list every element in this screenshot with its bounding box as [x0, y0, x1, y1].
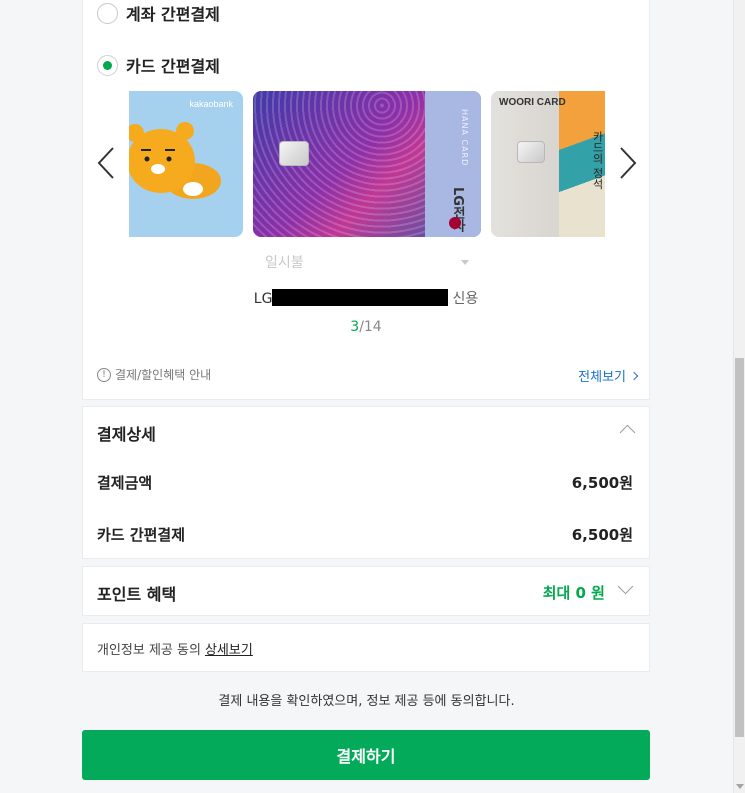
- payment-detail-panel: 결제상세 결제금액 6,500원 카드 간편결제 6,500원: [82, 406, 650, 559]
- account-radio[interactable]: [97, 2, 118, 24]
- card-radio[interactable]: [97, 54, 118, 76]
- lg-logo-icon: [449, 217, 461, 229]
- detail-row-value: 6,500원: [571, 474, 633, 492]
- detail-row-label: 카드 간편결제: [97, 526, 186, 544]
- installment-select[interactable]: 일시불: [253, 251, 473, 273]
- kakaobank-logo: kakaobank: [189, 99, 233, 109]
- installment-value: 일시불: [265, 255, 304, 271]
- lg-hana-card[interactable]: HANA CARD LG전자: [253, 91, 481, 237]
- pay-button[interactable]: 결제하기: [82, 730, 650, 780]
- card-name-suffix: 신용: [452, 291, 479, 307]
- detail-row-value: 6,500원: [571, 526, 633, 544]
- woori-card[interactable]: WOORI CARD 카드의 정석: [491, 91, 605, 237]
- detail-row: 카드 간편결제 6,500원: [97, 524, 633, 545]
- card-carousel: kakaobank HANA CARD LG전자 WOORI CARD 카드의 …: [129, 91, 605, 237]
- scrollbar-thumb[interactable]: [735, 358, 744, 737]
- card-chip-icon: [279, 141, 309, 166]
- points-benefit-panel[interactable]: 포인트 혜택 최대 0 원: [82, 566, 650, 616]
- scroll-down-icon[interactable]: [736, 784, 744, 789]
- hana-card-text: HANA CARD: [460, 109, 469, 167]
- chevron-down-icon: [461, 260, 469, 265]
- detail-row: 결제금액 6,500원: [97, 472, 633, 493]
- agreement-text: 결제 내용을 확인하였으며, 정보 제공 등에 동의합니다.: [218, 694, 515, 709]
- card-index-total: /14: [359, 319, 382, 335]
- privacy-consent-text: 개인정보 제공 동의 상세보기: [97, 639, 253, 658]
- points-value: 최대 0 원: [542, 584, 605, 602]
- view-all-label: 전체보기: [578, 370, 626, 385]
- woori-card-logo: WOORI CARD: [499, 97, 566, 108]
- card-pay-option[interactable]: 카드 간편결제: [97, 53, 220, 77]
- payment-methods-panel: 계좌 간편결제 카드 간편결제 kakaobank HANA CARD LG전자…: [82, 0, 650, 400]
- benefit-info-label: 결제/할인혜택 안내: [115, 368, 212, 382]
- points-title: 포인트 혜택: [97, 585, 177, 604]
- carousel-prev-icon[interactable]: [95, 146, 117, 180]
- account-pay-label: 계좌 간편결제: [126, 5, 220, 24]
- card-pay-label: 카드 간편결제: [126, 57, 220, 76]
- card-name-prefix: LG: [253, 291, 273, 307]
- privacy-detail-link[interactable]: 상세보기: [205, 643, 253, 658]
- card-index: 3/14: [83, 319, 649, 335]
- scrollbar[interactable]: [733, 0, 745, 793]
- card-chip-icon: [517, 141, 545, 163]
- privacy-consent-label: 개인정보 제공 동의: [97, 643, 201, 658]
- info-icon: !: [97, 367, 111, 382]
- card-art-text: 카드의 정석: [591, 131, 604, 190]
- chevron-down-icon: [617, 578, 634, 595]
- ryan-character-icon: [129, 122, 221, 199]
- payment-detail-title: 결제상세: [97, 425, 156, 444]
- benefit-info-link[interactable]: ! 결제/할인혜택 안내: [97, 366, 211, 383]
- view-all-link[interactable]: 전체보기: [578, 366, 639, 385]
- chevron-up-icon[interactable]: [619, 424, 636, 441]
- card-index-current: 3: [350, 319, 360, 335]
- selected-card-name: LG 신용: [83, 288, 649, 308]
- kakaobank-card[interactable]: kakaobank: [129, 91, 243, 237]
- privacy-consent-panel: 개인정보 제공 동의 상세보기: [82, 623, 650, 672]
- chevron-right-icon: [629, 371, 639, 380]
- redacted-block: [272, 289, 449, 306]
- detail-row-label: 결제금액: [97, 474, 153, 492]
- account-pay-option[interactable]: 계좌 간편결제: [97, 1, 220, 25]
- carousel-next-icon[interactable]: [617, 146, 639, 180]
